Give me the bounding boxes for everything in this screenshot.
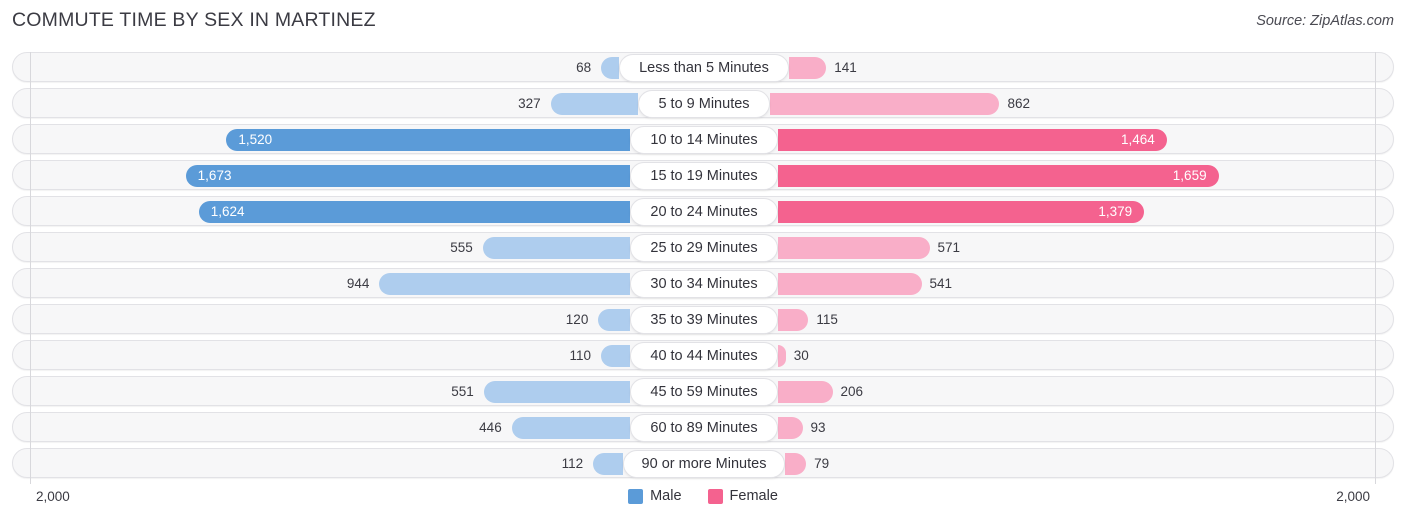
bar-value-male: 944 bbox=[346, 276, 370, 291]
bar-male[interactable] bbox=[601, 57, 620, 79]
bar-value-male: 110 bbox=[569, 348, 591, 363]
legend-label-female: Female bbox=[729, 488, 778, 504]
axis-line-right bbox=[1375, 52, 1376, 484]
bar-male[interactable] bbox=[483, 381, 631, 403]
category-label-pill: 45 to 59 Minutes bbox=[630, 378, 778, 406]
bar-male[interactable] bbox=[198, 201, 631, 223]
category-label-pill: 10 to 14 Minutes bbox=[630, 126, 778, 154]
table-row[interactable]: 112 79 90 or more Minutes bbox=[12, 448, 1394, 478]
table-row[interactable]: 110 30 40 to 44 Minutes bbox=[12, 340, 1394, 370]
bar-value-female: 1,659 bbox=[1172, 168, 1207, 183]
table-row[interactable]: 327 862 5 to 9 Minutes bbox=[12, 88, 1394, 118]
category-label-pill: 15 to 19 Minutes bbox=[630, 162, 778, 190]
bar-male[interactable] bbox=[185, 165, 631, 187]
bar-value-male: 1,673 bbox=[197, 168, 232, 183]
bar-female[interactable] bbox=[777, 237, 930, 259]
bar-female[interactable] bbox=[777, 381, 833, 403]
bar-value-male: 446 bbox=[479, 420, 502, 435]
bar-female[interactable] bbox=[777, 273, 922, 295]
bar-value-female: 1,379 bbox=[1098, 204, 1133, 219]
category-label-pill: Less than 5 Minutes bbox=[619, 54, 789, 82]
bar-value-female: 206 bbox=[840, 384, 864, 399]
table-row[interactable]: 555 571 25 to 29 Minutes bbox=[12, 232, 1394, 262]
table-row[interactable]: 1,673 1,659 15 to 19 Minutes bbox=[12, 160, 1394, 190]
bar-female[interactable] bbox=[788, 57, 827, 79]
bar-value-female: 93 bbox=[810, 420, 826, 435]
category-label-pill: 90 or more Minutes bbox=[622, 450, 786, 478]
bar-male[interactable] bbox=[379, 273, 631, 295]
chart-plot-area: 68 141 Less than 5 Minutes 327 862 5 to 9 Min… bbox=[12, 52, 1394, 484]
bar-value-female: 571 bbox=[937, 240, 961, 255]
table-row[interactable]: 120 115 35 to 39 Minutes bbox=[12, 304, 1394, 334]
bar-male[interactable] bbox=[600, 345, 631, 367]
bar-value-male: 120 bbox=[565, 312, 589, 327]
bar-male[interactable] bbox=[550, 93, 638, 115]
category-label-pill: 5 to 9 Minutes bbox=[637, 90, 771, 118]
chart-page: COMMUTE TIME BY SEX IN MARTINEZ Source: … bbox=[0, 0, 1406, 523]
legend-label-male: Male bbox=[650, 488, 682, 504]
bar-value-male: 68 bbox=[576, 60, 592, 75]
category-label-pill: 25 to 29 Minutes bbox=[630, 234, 778, 262]
bar-value-female: 141 bbox=[834, 60, 857, 75]
bar-value-female: 115 bbox=[816, 312, 838, 327]
bar-value-female: 30 bbox=[793, 348, 809, 363]
bar-value-male: 112 bbox=[561, 456, 584, 471]
bar-value-male: 327 bbox=[518, 96, 541, 111]
table-row[interactable]: 68 141 Less than 5 Minutes bbox=[12, 52, 1394, 82]
bar-female[interactable] bbox=[777, 129, 1167, 151]
source-attribution: Source: ZipAtlas.com bbox=[1256, 13, 1394, 29]
bar-value-female: 541 bbox=[929, 276, 953, 291]
bar-female[interactable] bbox=[777, 345, 786, 367]
table-row[interactable]: 1,624 1,379 20 to 24 Minutes bbox=[12, 196, 1394, 226]
bar-value-female: 1,464 bbox=[1120, 132, 1155, 147]
chart-legend: Male Female bbox=[0, 488, 1406, 504]
table-row[interactable]: 446 93 60 to 89 Minutes bbox=[12, 412, 1394, 442]
bar-male[interactable] bbox=[482, 237, 631, 259]
bar-value-male: 551 bbox=[451, 384, 474, 399]
bar-male[interactable] bbox=[593, 453, 623, 475]
bar-value-male: 555 bbox=[450, 240, 473, 255]
category-label-pill: 20 to 24 Minutes bbox=[630, 198, 778, 226]
bar-value-female: 79 bbox=[814, 456, 830, 471]
bar-male[interactable] bbox=[598, 309, 631, 331]
legend-swatch-female-icon bbox=[707, 488, 723, 504]
category-label-pill: 40 to 44 Minutes bbox=[630, 342, 778, 370]
table-row[interactable]: 551 206 45 to 59 Minutes bbox=[12, 376, 1394, 406]
bar-value-male: 1,624 bbox=[210, 204, 245, 219]
bar-value-female: 862 bbox=[1007, 96, 1030, 111]
bar-female[interactable] bbox=[785, 453, 807, 475]
page-title: COMMUTE TIME BY SEX IN MARTINEZ bbox=[12, 9, 376, 31]
bar-female[interactable] bbox=[770, 93, 1000, 115]
legend-item-male[interactable]: Male bbox=[628, 488, 682, 504]
category-label-pill: 35 to 39 Minutes bbox=[630, 306, 778, 334]
category-label-pill: 30 to 34 Minutes bbox=[630, 270, 778, 298]
bar-value-male: 1,520 bbox=[238, 132, 273, 147]
table-row[interactable]: 1,520 1,464 10 to 14 Minutes bbox=[12, 124, 1394, 154]
legend-swatch-male-icon bbox=[628, 488, 644, 504]
table-row[interactable]: 944 541 30 to 34 Minutes bbox=[12, 268, 1394, 298]
axis-line-left bbox=[30, 52, 31, 484]
bar-female[interactable] bbox=[777, 201, 1145, 223]
bar-male[interactable] bbox=[226, 129, 631, 151]
legend-item-female[interactable]: Female bbox=[707, 488, 778, 504]
category-label-pill: 60 to 89 Minutes bbox=[630, 414, 778, 442]
bar-male[interactable] bbox=[511, 417, 631, 439]
bar-female[interactable] bbox=[777, 309, 809, 331]
bar-female[interactable] bbox=[777, 165, 1219, 187]
bar-female[interactable] bbox=[777, 417, 803, 439]
